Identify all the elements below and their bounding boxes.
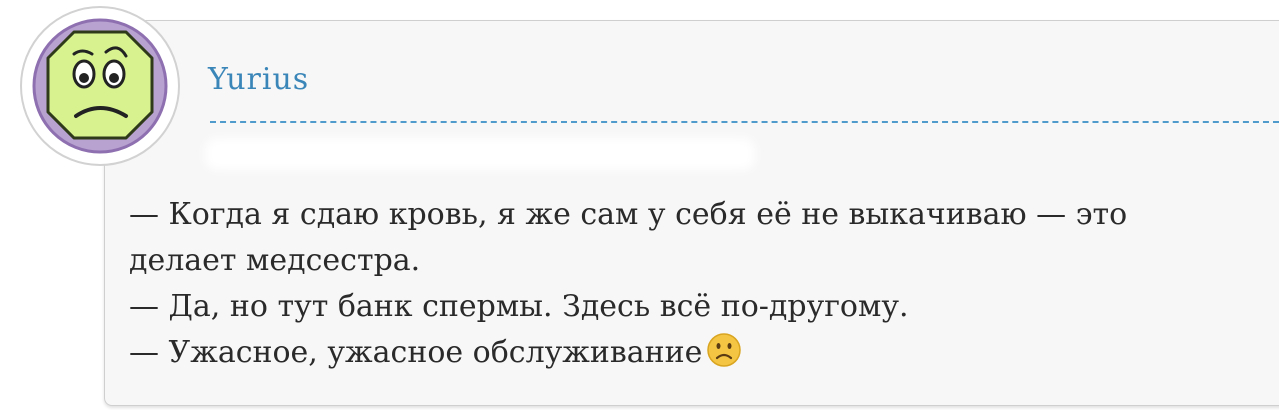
comment-line-3: — Да, но тут банк спермы. Здесь всё по-д… xyxy=(129,289,909,324)
comment-body: — Когда я сдаю кровь, я же сам у себя её… xyxy=(129,192,1249,376)
comment-container: Yurius — Когда я сдаю кровь, я же сам у … xyxy=(0,0,1279,410)
comment-line-4-text: — Ужасное, ужасное обслуживание xyxy=(129,335,703,370)
author-name-link[interactable]: Yurius xyxy=(208,62,309,97)
comment-line-4: — Ужасное, ужасное обслуживание xyxy=(129,330,1249,376)
header-divider xyxy=(210,121,1279,123)
sad-face-emoji-icon xyxy=(707,333,742,367)
avatar[interactable] xyxy=(20,6,180,166)
comment-line-2: делает медсестра. xyxy=(129,243,421,278)
redacted-meta-area xyxy=(205,138,755,170)
comment-line-1: — Когда я сдаю кровь, я же сам у себя её… xyxy=(129,197,1128,232)
worried-face-avatar-icon xyxy=(32,18,168,154)
